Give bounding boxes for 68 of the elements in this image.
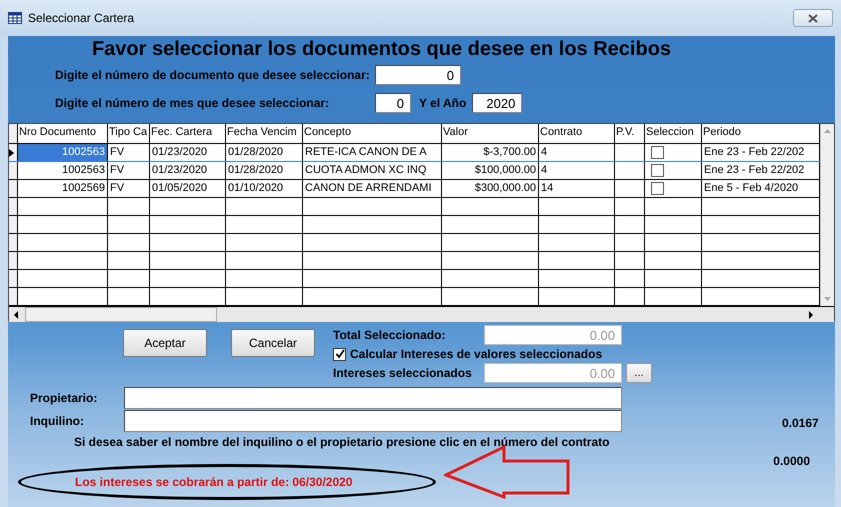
year-field[interactable]: 2020 <box>472 93 522 113</box>
field-label: Propietario: <box>29 391 98 405</box>
column-header[interactable]: Valor <box>442 124 539 143</box>
checkbox-label: Calcular Intereses de valores seleccionados <box>350 347 602 361</box>
table-cell: 01/10/2020 <box>226 180 303 197</box>
table-cell: $100,000.00 <box>442 162 539 179</box>
column-header[interactable]: Fecha Vencim <box>226 124 303 143</box>
close-icon <box>808 14 818 22</box>
table-cell: 4 <box>539 144 615 161</box>
table-cell: RETE-ICA CANON DE A <box>303 144 442 161</box>
table-cell: 01/23/2020 <box>150 162 226 179</box>
rate-value: 0.0000 <box>773 454 810 468</box>
table-cell: FV <box>108 162 150 179</box>
column-header[interactable]: Concepto <box>303 124 442 143</box>
table-cell: $300,000.00 <box>442 180 539 197</box>
row-checkbox[interactable] <box>651 146 664 159</box>
scrollbar-thumb[interactable] <box>25 307 217 322</box>
notice-text: Los intereses se cobrarán a partir de: 06/30/2020 <box>75 475 352 489</box>
column-header[interactable]: Periodo <box>702 124 820 143</box>
document-number-field[interactable]: 0 <box>375 65 461 85</box>
field-label: Digite el número de mes que desee seleccionar: <box>55 96 330 110</box>
row-pointer-icon <box>9 148 14 156</box>
field-label: Y el Año <box>419 96 466 110</box>
table-cell: 1002563 <box>18 162 108 179</box>
heading: Favor seleccionar los documentos que desee en los Recibos <box>90 38 672 61</box>
table-cell: 01/28/2020 <box>226 162 303 179</box>
column-header[interactable]: Tipo Ca <box>108 124 150 143</box>
table-row[interactable]: 1002563 FV 01/23/2020 01/28/2020 RETE-ICA CANON DE A $-3,700.00 4 Ene 23 - Feb 22/202 <box>9 144 820 162</box>
row-checkbox[interactable] <box>651 164 664 177</box>
column-header[interactable]: Nro Documento <box>18 124 108 143</box>
hint-text: Si desea saber el nombre del inquilino o el propietario presione clic en el número del contrato <box>74 435 610 449</box>
table-cell: 14 <box>539 180 615 197</box>
dialog-button[interactable]: Cancelar <box>231 329 315 357</box>
window-title: Seleccionar Cartera <box>28 11 134 25</box>
column-header[interactable]: Contrato <box>539 124 615 143</box>
tenant-field[interactable] <box>124 410 622 432</box>
table-cell: 1002563 <box>18 144 108 161</box>
table-cell: CANON DE ARRENDAMI <box>303 180 442 197</box>
column-header[interactable]: Seleccion <box>645 124 702 143</box>
table-cell: FV <box>108 144 150 161</box>
table-cell: $-3,700.00 <box>442 144 539 161</box>
column-header[interactable]: P.V. <box>615 124 645 143</box>
horizontal-scrollbar[interactable] <box>9 306 834 322</box>
owner-field[interactable] <box>124 387 622 409</box>
row-header-cell[interactable] <box>9 180 18 197</box>
table-cell: FV <box>108 180 150 197</box>
month-field[interactable]: 0 <box>375 93 411 113</box>
table-cell: 01/23/2020 <box>150 144 226 161</box>
interest-checkbox[interactable] <box>333 348 346 360</box>
row-checkbox[interactable] <box>651 182 664 195</box>
column-header[interactable]: Fec. Cartera <box>150 124 226 143</box>
table-cell: 01/05/2020 <box>150 180 226 197</box>
table-row[interactable]: 1002569 FV 01/05/2020 01/10/2020 CANON DE ARRENDAMI $300,000.00 14 Ene 5 - Feb 4/2020 <box>9 180 820 198</box>
field-label: Total Seleccionado: <box>333 328 446 342</box>
table-cell: 01/28/2020 <box>226 144 303 161</box>
table-cell: CUOTA ADMON XC INQ <box>303 162 442 179</box>
table-cell: 1002569 <box>18 180 108 197</box>
row-header-cell[interactable] <box>9 162 18 179</box>
close-button[interactable] <box>793 9 833 27</box>
table-icon <box>8 12 22 24</box>
table-row[interactable]: 1002563 FV 01/23/2020 01/28/2020 CUOTA ADMON XC INQ $100,000.00 4 Ene 23 - Feb 22/202 <box>9 162 820 180</box>
field-label: Digite el número de documento que desee seleccionar: <box>55 68 371 82</box>
table-cell: 4 <box>539 162 615 179</box>
field-label: Intereses seleccionados <box>333 366 473 380</box>
dialog-button[interactable]: Aceptar <box>123 329 207 357</box>
rate-value: 0.0167 <box>782 416 819 430</box>
field-label: Inquilino: <box>29 414 85 428</box>
row-header-cell[interactable] <box>9 144 18 161</box>
